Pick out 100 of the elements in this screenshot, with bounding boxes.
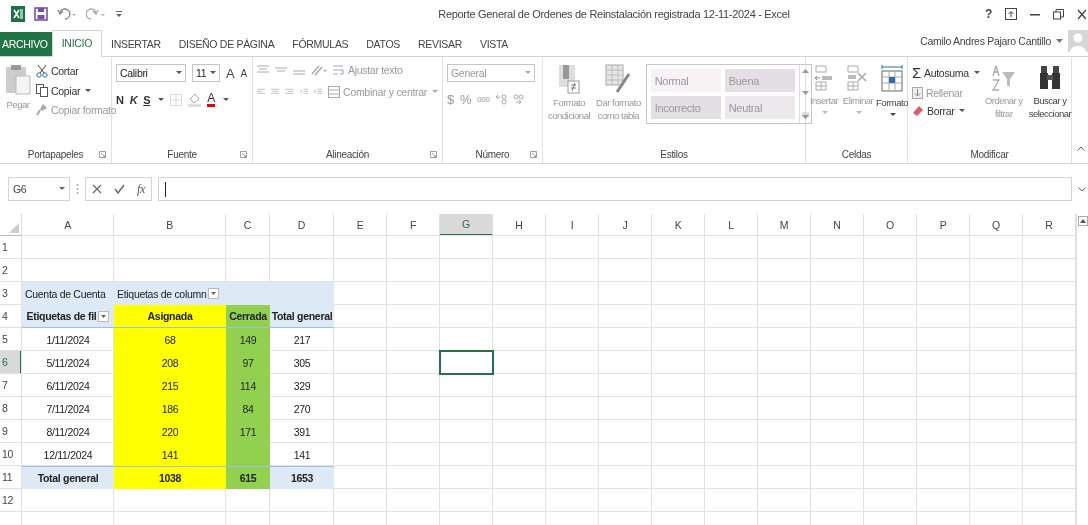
column-header[interactable]: N bbox=[811, 214, 864, 236]
name-box[interactable]: G6 bbox=[8, 177, 70, 201]
select-all-icon[interactable] bbox=[9, 223, 19, 233]
restore-icon[interactable] bbox=[1053, 8, 1064, 20]
user-name[interactable]: Camilo Andres Pajaro Cantillo bbox=[920, 35, 1051, 47]
copy-button[interactable]: Copiar bbox=[36, 84, 117, 97]
caret-icon[interactable] bbox=[223, 97, 230, 102]
caret-icon[interactable] bbox=[1056, 38, 1063, 44]
underline-button[interactable]: S bbox=[143, 93, 151, 106]
scroll-up-icon[interactable] bbox=[1077, 216, 1088, 226]
caret-icon bbox=[59, 187, 65, 191]
column-header: Total general bbox=[270, 305, 334, 328]
customize-caret-icon[interactable] bbox=[115, 9, 123, 19]
redo-icon[interactable] bbox=[86, 7, 106, 21]
font-size-field[interactable]: 11 bbox=[192, 64, 220, 82]
formula-input[interactable] bbox=[158, 177, 1072, 201]
align-right-icon[interactable] bbox=[285, 87, 294, 97]
filter-dropdown-icon[interactable] bbox=[208, 288, 220, 299]
column-header[interactable]: M bbox=[758, 214, 811, 236]
ribbon-tab[interactable]: VISTA bbox=[471, 32, 518, 56]
ribbon-tab[interactable]: DATOS bbox=[357, 32, 409, 56]
ribbon-tab[interactable]: INSERTAR bbox=[102, 32, 170, 56]
orientation-icon[interactable] bbox=[311, 64, 327, 76]
expand-icon[interactable] bbox=[1078, 186, 1086, 192]
group-label: Portapapeles bbox=[27, 148, 84, 160]
checkmark-icon[interactable] bbox=[114, 184, 125, 194]
insert-cells-icon bbox=[814, 64, 834, 92]
insert-function-button[interactable]: fx bbox=[137, 181, 146, 197]
row-header[interactable]: 1 bbox=[0, 236, 22, 259]
ribbon-tab[interactable]: FÓRMULAS bbox=[283, 32, 358, 56]
font-name-field[interactable]: Calibri bbox=[116, 64, 186, 82]
column-header[interactable]: G bbox=[440, 214, 493, 236]
ribbon-tab[interactable]: DISEÑO DE PÁGINA bbox=[169, 32, 284, 56]
ribbon-display-icon[interactable] bbox=[1005, 8, 1017, 20]
align-top-icon[interactable] bbox=[257, 65, 269, 75]
column-header[interactable]: K bbox=[652, 214, 705, 236]
splitter-icon[interactable] bbox=[76, 183, 79, 195]
fill-bucket-icon[interactable] bbox=[188, 92, 202, 107]
align-middle-icon[interactable] bbox=[275, 65, 287, 75]
borders-icon[interactable] bbox=[170, 93, 183, 106]
row-header[interactable]: 2 bbox=[0, 259, 22, 282]
dialog-launcher-icon[interactable] bbox=[240, 151, 247, 158]
increase-font-button[interactable]: A bbox=[226, 65, 235, 81]
delete-cells-icon bbox=[846, 64, 870, 92]
column-header[interactable]: E bbox=[334, 214, 387, 236]
bold-button[interactable]: N bbox=[116, 93, 124, 106]
column-header[interactable]: O bbox=[864, 214, 917, 236]
decrease-font-button[interactable]: A bbox=[240, 67, 247, 79]
column-header[interactable]: C bbox=[226, 214, 270, 236]
decrease-indent-icon[interactable] bbox=[299, 87, 308, 97]
caret-icon[interactable] bbox=[158, 97, 165, 102]
decrease-decimal-icon[interactable] bbox=[512, 94, 524, 105]
row-header[interactable]: 10 bbox=[0, 443, 22, 466]
close-icon[interactable] bbox=[1077, 8, 1086, 20]
column-header[interactable]: L bbox=[705, 214, 758, 236]
row-header[interactable]: 6 bbox=[0, 351, 22, 374]
save-icon[interactable] bbox=[34, 7, 48, 21]
increase-indent-icon[interactable] bbox=[313, 87, 323, 97]
caret-icon bbox=[890, 112, 896, 117]
column-header: Cerrada bbox=[226, 305, 270, 328]
column-header[interactable]: J bbox=[599, 214, 652, 236]
column-header[interactable]: I bbox=[546, 214, 599, 236]
column-header[interactable]: R bbox=[1023, 214, 1076, 236]
dialog-launcher-icon[interactable] bbox=[430, 151, 437, 158]
clear-button[interactable]: Borrar bbox=[912, 105, 980, 117]
row-header[interactable]: 8 bbox=[0, 397, 22, 420]
more-icon[interactable] bbox=[801, 112, 809, 119]
column-header[interactable]: A bbox=[22, 214, 114, 236]
column-header[interactable]: P bbox=[917, 214, 970, 236]
align-left-icon[interactable] bbox=[257, 87, 266, 97]
help-button[interactable]: ? bbox=[984, 7, 992, 21]
column-header[interactable]: H bbox=[493, 214, 546, 236]
column-header[interactable]: B bbox=[114, 214, 226, 236]
italic-button[interactable]: K bbox=[129, 93, 138, 106]
collapse-ribbon-icon[interactable] bbox=[1077, 146, 1085, 151]
dialog-launcher-icon[interactable] bbox=[530, 151, 537, 158]
table-cell: 1038 bbox=[114, 466, 226, 489]
column-header[interactable]: D bbox=[270, 214, 334, 236]
paintbrush-icon bbox=[36, 103, 48, 116]
column-header[interactable]: Q bbox=[970, 214, 1023, 236]
format-cells-button[interactable]: Formato bbox=[876, 62, 908, 145]
table-cell: 220 bbox=[114, 420, 226, 443]
row-header[interactable]: 7 bbox=[0, 374, 22, 397]
align-center-icon[interactable] bbox=[271, 87, 280, 97]
filter-dropdown-icon[interactable] bbox=[98, 310, 110, 322]
ribbon-tab[interactable]: INICIO bbox=[51, 30, 103, 57]
increase-decimal-icon[interactable] bbox=[495, 94, 507, 105]
cut-button[interactable]: Cortar bbox=[36, 64, 117, 78]
row-header[interactable]: 9 bbox=[0, 420, 22, 443]
binoculars-icon bbox=[1038, 64, 1061, 92]
cancel-icon[interactable] bbox=[92, 184, 102, 194]
file-tab[interactable]: ARCHIVO bbox=[0, 32, 52, 56]
ribbon-tab[interactable]: REVISAR bbox=[409, 32, 471, 56]
scroll-down-icon[interactable] bbox=[801, 90, 809, 96]
autosum-button[interactable]: Σ Autosuma bbox=[912, 64, 980, 81]
row-header[interactable]: 12 bbox=[0, 489, 22, 512]
dialog-launcher-icon[interactable] bbox=[99, 151, 106, 158]
find-select-button[interactable]: Buscar y seleccionar bbox=[1027, 62, 1073, 145]
undo-icon[interactable] bbox=[57, 7, 77, 21]
font-color-button[interactable]: A bbox=[207, 92, 216, 107]
